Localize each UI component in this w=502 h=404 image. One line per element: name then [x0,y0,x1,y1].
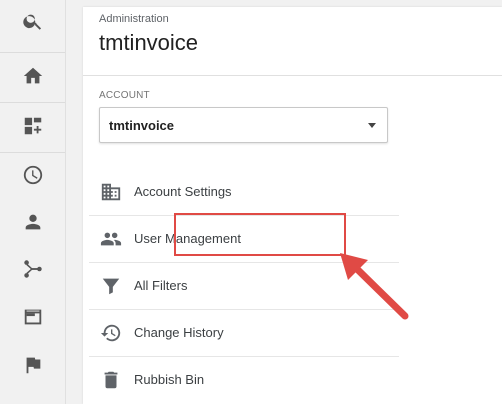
behaviour-icon [22,306,44,333]
trash-icon [100,369,122,391]
pointer-arrow-icon [340,253,409,320]
audience-button[interactable] [0,201,65,247]
account-select-value: tmtinvoice [109,118,175,133]
acquisition-icon [22,258,44,285]
person-icon [22,211,44,238]
rail-divider [0,52,65,53]
highlight-box [174,213,346,256]
search-button[interactable] [0,0,65,46]
home-icon [22,65,44,92]
acquisition-button[interactable] [0,248,65,294]
page-title: tmtinvoice [99,30,199,55]
customisation-button[interactable] [0,105,65,151]
menu-item-label: Change History [134,325,224,340]
rail-divider [0,102,65,103]
caret-down-icon [368,123,376,128]
home-button[interactable] [0,55,65,101]
clock-icon [22,164,44,191]
history-icon [100,322,122,344]
behaviour-button[interactable] [0,296,65,342]
realtime-button[interactable] [0,154,65,200]
account-select[interactable]: tmtinvoice [99,107,388,143]
account-label: ACCOUNT [99,90,150,101]
filter-icon [100,275,122,297]
menu-item-label: All Filters [134,278,188,293]
rail-divider [0,152,65,153]
menu-item-rubbish-bin[interactable]: Rubbish Bin [89,357,399,403]
section-label: Administration [99,13,169,25]
header-divider [83,75,502,76]
building-icon [100,181,122,203]
search-icon [22,10,44,37]
conversions-button[interactable] [0,344,65,390]
menu-item-label: Account Settings [134,184,232,199]
menu-item-label: Rubbish Bin [134,372,205,387]
menu-item-account-settings[interactable]: Account Settings [89,169,399,215]
dashboards-icon [22,115,44,142]
left-nav-rail [0,0,66,404]
people-icon [100,228,122,250]
flag-icon [22,354,44,381]
